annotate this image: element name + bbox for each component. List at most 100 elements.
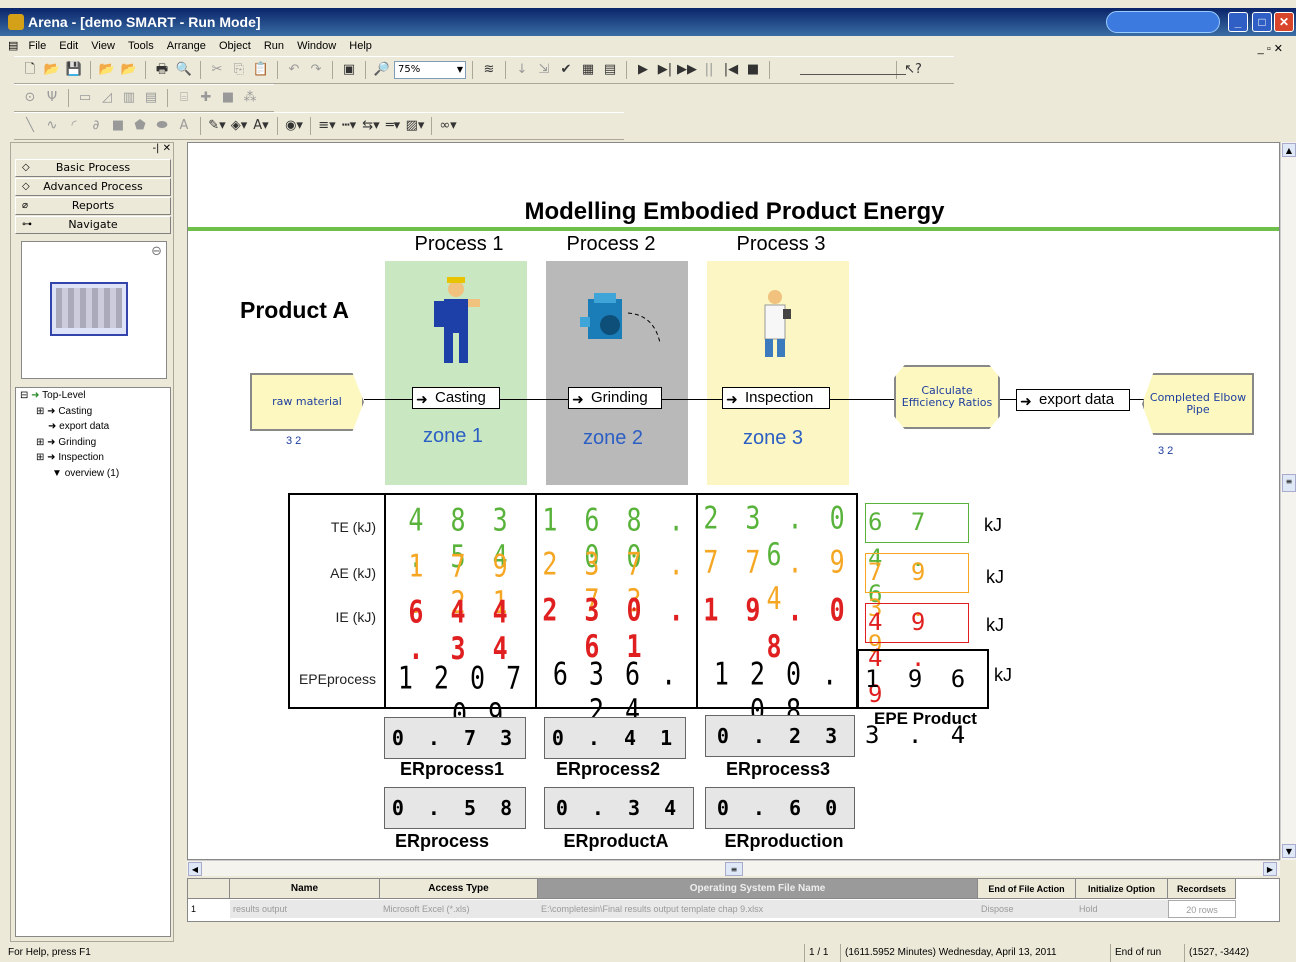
line-width-icon[interactable]: ≡▾ — [317, 116, 337, 136]
cut-icon[interactable]: ✂ — [207, 60, 227, 80]
break-icon[interactable]: Ψ — [42, 88, 62, 108]
cell-access-type[interactable]: Microsoft Excel (*.xls) — [380, 900, 538, 918]
tree-node-casting[interactable]: ⊞ ➜ Casting — [16, 404, 170, 420]
show-dimensions-icon[interactable]: ∞▾ — [438, 116, 458, 136]
vertical-scrollbar[interactable]: ▲ ≡ ▼ — [1280, 142, 1296, 860]
minimize-button[interactable]: _ — [1228, 12, 1248, 32]
step-icon[interactable]: ▶| — [655, 60, 675, 80]
tree-node-grinding[interactable]: ⊞ ➜ Grinding — [16, 435, 170, 451]
panel-navigate[interactable]: ⊶ Navigate — [15, 216, 171, 234]
col-name[interactable]: Name — [230, 879, 380, 899]
tree-node-inspection[interactable]: ⊞ ➜ Inspection — [16, 450, 170, 466]
tree-node-overview[interactable]: ▼ overview (1) — [16, 466, 170, 482]
panel-reports[interactable]: ⌀ Reports — [15, 197, 171, 215]
print-preview-icon[interactable]: 🔍 — [174, 60, 194, 80]
text-color-icon[interactable]: A▾ — [251, 116, 271, 136]
col-initialize-option[interactable]: Initialize Option — [1076, 879, 1168, 899]
cell-initialize-option[interactable]: Hold — [1076, 900, 1168, 918]
histogram-icon[interactable]: ▥ — [119, 88, 139, 108]
zoom-select[interactable]: 75% — [394, 61, 466, 79]
model-thumbnail[interactable]: ⊖ — [21, 241, 167, 379]
menu-tools[interactable]: Tools — [123, 37, 159, 55]
whats-this-help-icon[interactable]: ↖? — [903, 60, 923, 80]
scroll-right-icon[interactable]: ▶ — [1263, 862, 1277, 876]
queue-icon[interactable]: ⌸ — [174, 88, 194, 108]
open-icon[interactable]: 📂 — [42, 60, 62, 80]
menu-run[interactable]: Run — [259, 37, 289, 55]
scroll-up-icon[interactable]: ▲ — [1282, 143, 1296, 157]
raw-material-create-module[interactable]: raw material — [250, 373, 364, 431]
redo-icon[interactable]: ↷ — [306, 60, 326, 80]
polyline-icon[interactable]: ∿ — [42, 116, 62, 136]
menu-edit[interactable]: Edit — [54, 37, 83, 55]
model-canvas[interactable]: Modelling Embodied Product Energy Produc… — [187, 142, 1280, 860]
tree-node-top-level[interactable]: ⊟ ➜ Top-Level — [16, 388, 170, 404]
cell-name[interactable]: results output — [230, 900, 380, 918]
col-recordsets[interactable]: Recordsets — [1168, 879, 1236, 899]
calculate-efficiency-ratios-module[interactable]: Calculate Efficiency Ratios — [894, 365, 1000, 429]
fast-forward-icon[interactable]: ▶▶ — [677, 60, 697, 80]
layers-icon[interactable]: ≋ — [479, 60, 499, 80]
template-detach-icon[interactable]: 📂 — [119, 60, 139, 80]
vertical-scroll-thumb[interactable]: ≡ — [1282, 474, 1296, 492]
arrow-style-icon[interactable]: ⇆▾ — [361, 116, 381, 136]
background-color-icon[interactable]: ◉▾ — [284, 116, 304, 136]
panel-advanced-process[interactable]: ◇ Advanced Process — [15, 178, 171, 196]
polygon-icon[interactable]: ⬟ — [130, 116, 150, 136]
line-color-icon[interactable]: ✎▾ — [207, 116, 227, 136]
tree-node-export-data[interactable]: ➜ export data — [16, 419, 170, 435]
menu-object[interactable]: Object — [214, 37, 256, 55]
close-button[interactable]: ✕ — [1274, 12, 1294, 32]
menu-arrange[interactable]: Arrange — [162, 37, 211, 55]
ellipse-icon[interactable]: ⬬ — [152, 116, 172, 136]
panel-basic-process[interactable]: ◇ Basic Process — [15, 159, 171, 177]
maximize-button[interactable]: □ — [1252, 12, 1272, 32]
cell-os-file-name[interactable]: E:\completesin\Final results output temp… — [538, 900, 978, 918]
scroll-left-icon[interactable]: ◀ — [188, 862, 202, 876]
go-icon[interactable]: ▶ — [633, 60, 653, 80]
animation-speed-slider[interactable] — [800, 65, 906, 75]
pause-icon[interactable]: || — [699, 60, 719, 80]
horizontal-scroll-thumb[interactable]: ≡ — [725, 862, 743, 876]
undo-icon[interactable]: ↶ — [284, 60, 304, 80]
paste-icon[interactable]: 📋 — [251, 60, 271, 80]
submodel-icon[interactable]: ▦ — [578, 60, 598, 80]
export-data-module[interactable]: ➜ export data — [1016, 389, 1130, 411]
menu-window[interactable]: Window — [292, 37, 341, 55]
menu-help[interactable]: Help — [344, 37, 377, 55]
zoom-out-icon[interactable]: ⊖ — [151, 244, 162, 259]
view-all-icon[interactable]: ▣ — [339, 60, 359, 80]
horizontal-scrollbar[interactable]: ◀ ≡ ▶ — [187, 860, 1280, 876]
command-icon[interactable]: ⊙ — [20, 88, 40, 108]
zoom-icon[interactable]: 🔎 — [372, 60, 392, 80]
mdi-controls[interactable]: _ ▫ ✕ — [1253, 39, 1288, 58]
inspection-module[interactable]: ➜ Inspection — [722, 387, 830, 409]
end-icon[interactable]: ■ — [743, 60, 763, 80]
smart-connect-icon[interactable]: ⇲ — [534, 60, 554, 80]
fill-color-icon[interactable]: ◈▾ — [229, 116, 249, 136]
line-icon[interactable]: ╲ — [20, 116, 40, 136]
new-icon[interactable]: 🗋 — [20, 60, 40, 80]
menu-view[interactable]: View — [86, 37, 120, 55]
casting-module[interactable]: ➜ Casting — [412, 387, 500, 409]
copy-icon[interactable]: ⎘ — [229, 60, 249, 80]
col-access-type[interactable]: Access Type — [380, 879, 538, 899]
global-icon[interactable]: ■ — [218, 88, 238, 108]
animate-icon[interactable]: ▤ — [600, 60, 620, 80]
col-end-of-file-action[interactable]: End of File Action — [978, 879, 1076, 899]
level-icon[interactable]: ▤ — [141, 88, 161, 108]
connect-icon[interactable]: ↓ — [512, 60, 532, 80]
fill-pattern-icon[interactable]: ▨▾ — [405, 116, 425, 136]
col-os-file-name[interactable]: Operating System File Name — [538, 879, 978, 899]
box-icon[interactable]: ■ — [108, 116, 128, 136]
print-icon[interactable]: 🖶 — [152, 60, 172, 80]
menu-file[interactable]: File — [23, 37, 51, 55]
start-over-icon[interactable]: |◀ — [721, 60, 741, 80]
plot-icon[interactable]: ◿ — [97, 88, 117, 108]
scroll-down-icon[interactable]: ▼ — [1282, 844, 1296, 858]
cell-end-of-file-action[interactable]: Dispose — [978, 900, 1076, 918]
template-attach-icon[interactable]: 📂 — [97, 60, 117, 80]
text-icon[interactable]: A — [174, 116, 194, 136]
arc-icon[interactable]: ◜ — [64, 116, 84, 136]
bezier-icon[interactable]: ∂ — [86, 116, 106, 136]
